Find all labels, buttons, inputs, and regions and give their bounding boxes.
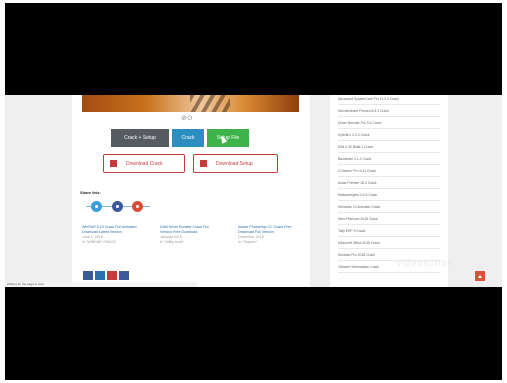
video-content: ⊘⊙ Crack + Setup Crack Setup File Downlo… (5, 95, 502, 287)
arrow-up-icon (478, 275, 482, 278)
sidebar-item[interactable]: Microsoft Office 2016 Crack (338, 239, 440, 249)
sidebar-item[interactable]: Malwarebytes 3.4.5 Crack (338, 191, 440, 201)
related-post-category: In "Utility tools" (160, 240, 184, 244)
sidebar-item[interactable]: Avast Premier 18.3 Crack (338, 179, 440, 189)
related-post-category: In "WINRAR CRACK" (82, 240, 117, 244)
sidebar-item[interactable]: Advanced SystemCare Pro 11.0.3 Crack (338, 95, 440, 105)
related-post-title[interactable]: WinRAR 5.10 Crack Full Activated Downloa… (82, 225, 138, 235)
scroll-to-top-button[interactable] (475, 271, 485, 281)
sidebar-item[interactable]: Nero Platinum 2018 Crack (338, 215, 440, 225)
sidebar-item[interactable]: Wondershare Filmora 8.5.3 Crack (338, 107, 440, 117)
share-title: Share this: (80, 190, 101, 195)
sidebar-item[interactable]: Bandicam 4.1.2 Crack (338, 155, 440, 165)
download-crack-button[interactable]: Download Crack (103, 154, 185, 173)
sidebar-item[interactable]: IDM 6.30 Build 3 Crack (338, 143, 440, 153)
hero-controls[interactable]: ⊘⊙ (181, 114, 193, 122)
related-post-category: In "Graphic" (238, 240, 258, 244)
facebook-icon[interactable] (83, 271, 93, 280)
crack-setup-button[interactable]: Crack + Setup (111, 129, 169, 147)
crack-button[interactable]: Crack (172, 129, 204, 147)
linkedin-icon[interactable] (119, 271, 129, 280)
video-watermark: videoscribe (397, 258, 454, 268)
sidebar-item[interactable]: Sylenth1 3.0.3 Crack (338, 131, 440, 141)
sidebar-item[interactable]: Windows 10 Activator Crack (338, 203, 440, 213)
download-setup-button[interactable]: Download Setup (193, 154, 278, 173)
facebook-share-icon[interactable] (112, 201, 123, 212)
related-post[interactable]: Adobe Photoshop CC Crack Free Download F… (238, 225, 294, 245)
sidebar-item[interactable]: CCleaner Pro 5.41 Crack (338, 167, 440, 177)
download-icon (200, 160, 207, 167)
google-icon[interactable] (107, 271, 117, 280)
google-share-icon[interactable] (132, 201, 143, 212)
related-post-title[interactable]: Adobe Photoshop CC Crack Free Download F… (238, 225, 294, 235)
related-post[interactable]: WinRAR 5.10 Crack Full Activated Downloa… (82, 225, 138, 245)
hero-stripes (190, 95, 230, 112)
twitter-icon[interactable] (95, 271, 105, 280)
sidebar-item[interactable]: Driver Booster Pro 5.4 Crack (338, 119, 440, 129)
download-setup-label: Download Setup (216, 161, 253, 167)
sidebar-item[interactable]: Tally ERP 9 Crack (338, 227, 440, 237)
related-post[interactable]: IObit Driver Booster Crack Full Version … (160, 225, 216, 245)
download-crack-label: Download Crack (126, 161, 163, 167)
article-page: ⊘⊙ Crack + Setup Crack Setup File Downlo… (72, 95, 310, 287)
video-frame: ⊘⊙ Crack + Setup Crack Setup File Downlo… (5, 3, 502, 380)
download-icon (110, 160, 117, 167)
twitter-share-icon[interactable] (91, 201, 102, 212)
related-post-title[interactable]: IObit Driver Booster Crack Full Version … (160, 225, 216, 235)
setup-file-button[interactable]: Setup File (207, 129, 249, 147)
browser-status-bar: Waiting for the page to load (5, 282, 197, 287)
